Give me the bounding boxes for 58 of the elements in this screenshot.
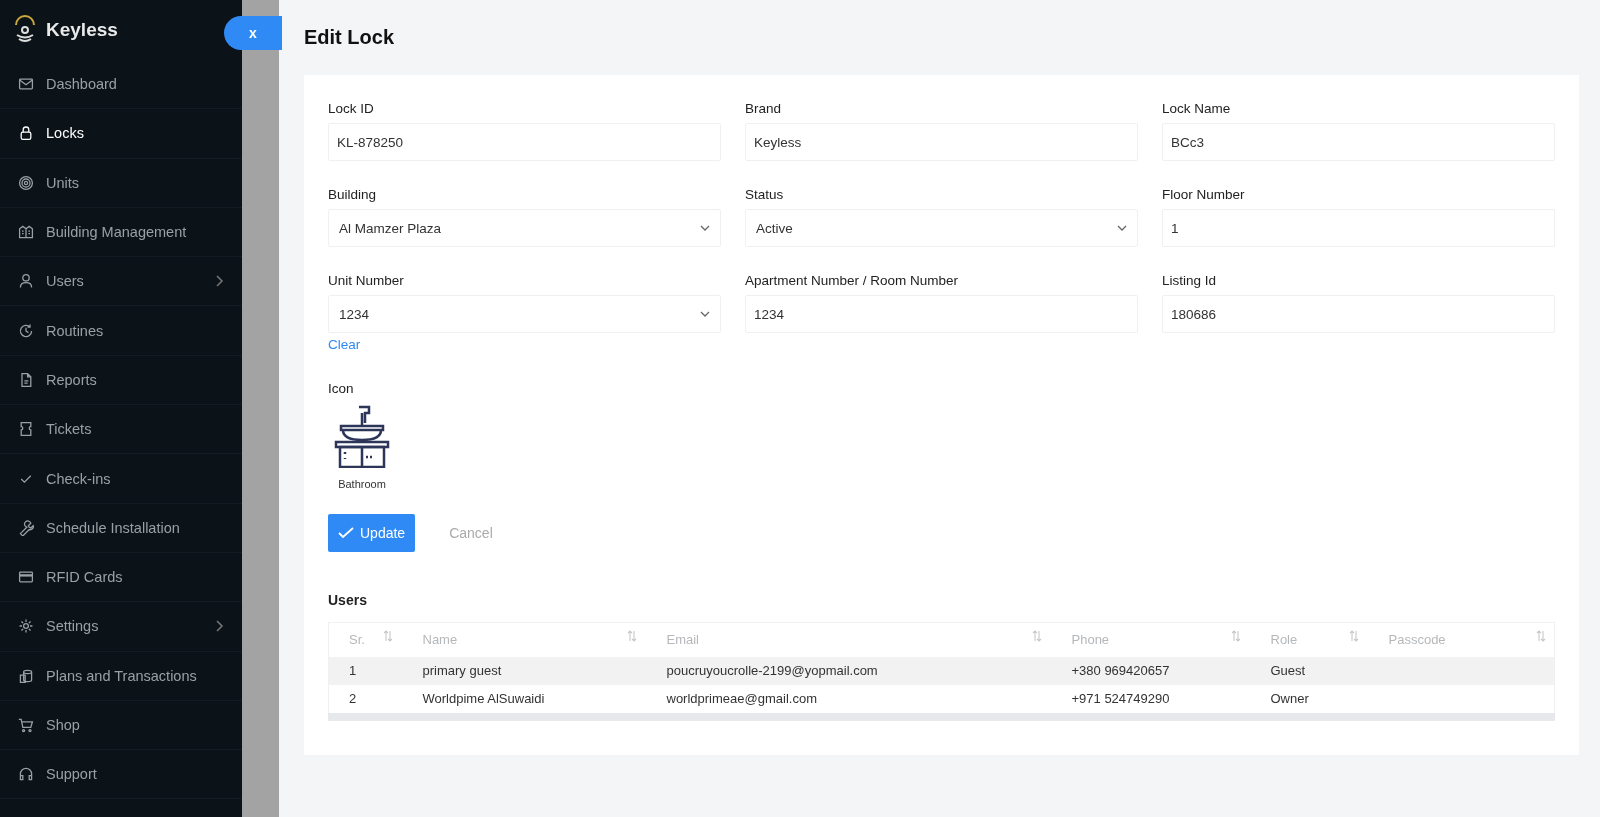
field-label: Unit Number [328, 273, 405, 288]
field-label: Icon [328, 381, 355, 396]
clock-icon [18, 322, 34, 339]
caret-icon [1117, 225, 1127, 231]
select-field[interactable]: Al Mamzer Plaza [328, 209, 721, 247]
caret-icon [700, 225, 710, 231]
table-cell: +380 969420657 [1071, 663, 1170, 678]
field-label: Brand [745, 101, 783, 116]
sort-icon[interactable] [1230, 630, 1241, 642]
field-label: Status [745, 187, 785, 202]
lock-icon [18, 125, 34, 142]
table-cell: poucruyoucrolle-2199@yopmail.com [666, 663, 878, 678]
table-cell: 1 [349, 663, 357, 678]
input-field[interactable]: KL-878250 [328, 123, 721, 161]
table-cell: Guest [1270, 663, 1306, 678]
select-field[interactable]: 1234 [328, 295, 721, 333]
field-label: Floor Number [1162, 187, 1246, 202]
table-cell: primary guest [422, 663, 502, 678]
input-field[interactable]: 1 [1162, 209, 1555, 247]
drawer-title: Edit Lock [304, 26, 395, 49]
table-cell: Worldpime AlSuwaidi [422, 691, 545, 706]
input-field[interactable]: BCc3 [1162, 123, 1555, 161]
logo-text: Keyless [46, 19, 118, 41]
settings-icon [18, 618, 34, 635]
table-cell: 2 [349, 691, 357, 706]
cart-icon [18, 717, 34, 733]
sort-icon[interactable] [382, 630, 393, 642]
file-icon [18, 371, 34, 388]
sort-icon[interactable] [1348, 630, 1359, 642]
sink-cabinet-icon [333, 404, 391, 468]
sort-icon[interactable] [1031, 630, 1042, 642]
icon-caption: Bathroom [338, 478, 386, 490]
wrench-icon [18, 519, 34, 536]
caret-icon [700, 311, 710, 317]
user-icon [18, 273, 34, 290]
field-label: Listing Id [1162, 273, 1218, 288]
ticket-icon [18, 421, 34, 438]
table-cell: worldprimeae@gmail.com [666, 691, 817, 706]
coins-icon [18, 667, 34, 684]
sort-icon[interactable] [626, 630, 637, 642]
building-icon [18, 224, 34, 241]
select-field[interactable]: Active [745, 209, 1138, 247]
field-label: Apartment Number / Room Number [745, 273, 960, 288]
check-icon [338, 527, 354, 539]
table-cell: Owner [1270, 691, 1309, 706]
field-label: Lock Name [1162, 101, 1232, 116]
clear-link[interactable]: Clear [328, 337, 361, 352]
field-label: Lock ID [328, 101, 375, 116]
sort-icon[interactable] [1536, 630, 1546, 642]
target-icon [18, 174, 34, 191]
table-cell: +971 524749290 [1071, 691, 1170, 706]
input-field[interactable]: 1234 [745, 295, 1138, 333]
input-field[interactable]: Keyless [745, 123, 1138, 161]
field-label: Building [328, 187, 378, 202]
section-title: Users [328, 592, 368, 608]
input-field[interactable]: 180686 [1162, 295, 1555, 333]
headset-icon [18, 766, 34, 783]
logo-icon [12, 15, 38, 45]
